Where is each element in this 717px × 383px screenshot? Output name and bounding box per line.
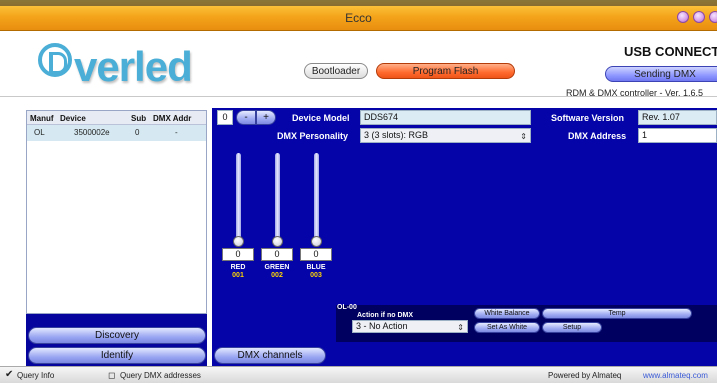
col-dmx-addr[interactable]: DMX Addr [153, 114, 191, 123]
dmx-address-field[interactable]: 1 [638, 128, 717, 143]
red-channel-label: RED [230, 264, 246, 271]
device-list-header: Manuf Device Sub DMX Addr [27, 111, 206, 125]
cell-dmx-addr: - [175, 128, 178, 137]
menu-strip [0, 0, 717, 6]
query-dmx-checkbox[interactable]: ◻ [108, 370, 115, 381]
cell-sub: 0 [135, 128, 140, 137]
close-button[interactable] [709, 11, 717, 23]
dmx-channels-button[interactable]: DMX channels [214, 347, 326, 364]
previous-device-button[interactable]: - [236, 110, 256, 125]
red-value-field[interactable]: 0 [222, 248, 254, 261]
device-model-field: DDS674 [360, 110, 531, 125]
program-flash-button[interactable]: Program Flash [376, 63, 515, 79]
dmx-personality-value: 3 (3 slots): RGB [364, 130, 429, 140]
status-bar: ✔ Query Info ◻ Query DMX addresses Power… [0, 366, 717, 383]
title-bar: Ecco [0, 0, 717, 31]
header: verled Bootloader Program Flash USB CONN… [0, 31, 717, 98]
identify-button[interactable]: Identify [28, 347, 206, 364]
dmx-personality-select[interactable]: 3 (3 slots): RGB ⇕ [360, 128, 531, 143]
blue-slider-handle[interactable] [311, 236, 322, 247]
almateq-link[interactable]: www.almateq.com [643, 371, 708, 380]
logo-o-icon [38, 43, 72, 77]
select-arrows-icon: ⇕ [520, 132, 527, 141]
discovery-button[interactable]: Discovery [28, 327, 206, 344]
set-as-white-button[interactable]: Set As White [474, 322, 540, 333]
window-title: Ecco [345, 11, 372, 25]
query-info-label: Query Info [17, 371, 55, 380]
green-channel-number: 002 [271, 272, 283, 279]
dmx-address-label: DMX Address [568, 131, 627, 141]
app-window: Ecco verled Bootloader Program Flash USB… [0, 0, 717, 383]
blue-value-field[interactable]: 0 [300, 248, 332, 261]
usb-status: USB CONNECTED [624, 44, 717, 59]
col-sub[interactable]: Sub [131, 114, 146, 123]
device-index-field[interactable]: 0 [217, 110, 233, 125]
action-if-no-dmx-label: Action if no DMX [357, 312, 413, 319]
minimize-button[interactable] [677, 11, 689, 23]
red-channel-number: 001 [232, 272, 244, 279]
query-dmx-label: Query DMX addresses [120, 371, 201, 380]
software-version-label: Software Version [551, 113, 625, 123]
setup-button[interactable]: Setup [542, 322, 602, 333]
dmx-personality-label: DMX Personality [277, 131, 349, 141]
bootloader-button[interactable]: Bootloader [304, 63, 368, 79]
overled-logo: verled [38, 43, 193, 91]
blue-channel-label: BLUE [306, 264, 326, 271]
action-if-no-dmx-select[interactable]: 3 - No Action ⇕ [352, 320, 468, 333]
cell-device: 3500002e [74, 128, 110, 137]
blue-channel-number: 003 [310, 272, 322, 279]
zoom-button[interactable] [693, 11, 705, 23]
red-slider-handle[interactable] [233, 236, 244, 247]
col-device[interactable]: Device [60, 114, 86, 123]
temp-slider[interactable]: Temp [542, 308, 692, 319]
device-list[interactable]: Manuf Device Sub DMX Addr OL 3500002e 0 … [26, 110, 207, 314]
green-channel-label: GREEN [264, 264, 290, 271]
device-id-label: OL-00 [337, 304, 357, 311]
green-slider-handle[interactable] [272, 236, 283, 247]
logo-text: verled [74, 43, 193, 90]
query-info-checkbox[interactable]: ✔ [5, 369, 13, 380]
device-model-label: Device Model [292, 113, 350, 123]
action-if-no-dmx-value: 3 - No Action [356, 321, 408, 331]
green-value-field[interactable]: 0 [261, 248, 293, 261]
col-manuf[interactable]: Manuf [30, 114, 54, 123]
white-balance-button[interactable]: White Balance [474, 308, 540, 319]
powered-by-label: Powered by Almateq [548, 371, 622, 380]
red-slider-track[interactable] [236, 153, 241, 240]
software-version-field: Rev. 1.07 [638, 110, 717, 125]
table-row[interactable]: OL 3500002e 0 - [27, 125, 206, 141]
select-arrows-icon: ⇕ [457, 323, 464, 332]
green-slider-track[interactable] [275, 153, 280, 240]
sending-dmx-button[interactable]: Sending DMX [605, 66, 717, 82]
cell-manuf: OL [34, 128, 45, 137]
blue-slider-track[interactable] [314, 153, 319, 240]
next-device-button[interactable]: + [256, 110, 276, 125]
version-text: RDM & DMX controller - Ver. 1.6.5 [566, 88, 704, 98]
